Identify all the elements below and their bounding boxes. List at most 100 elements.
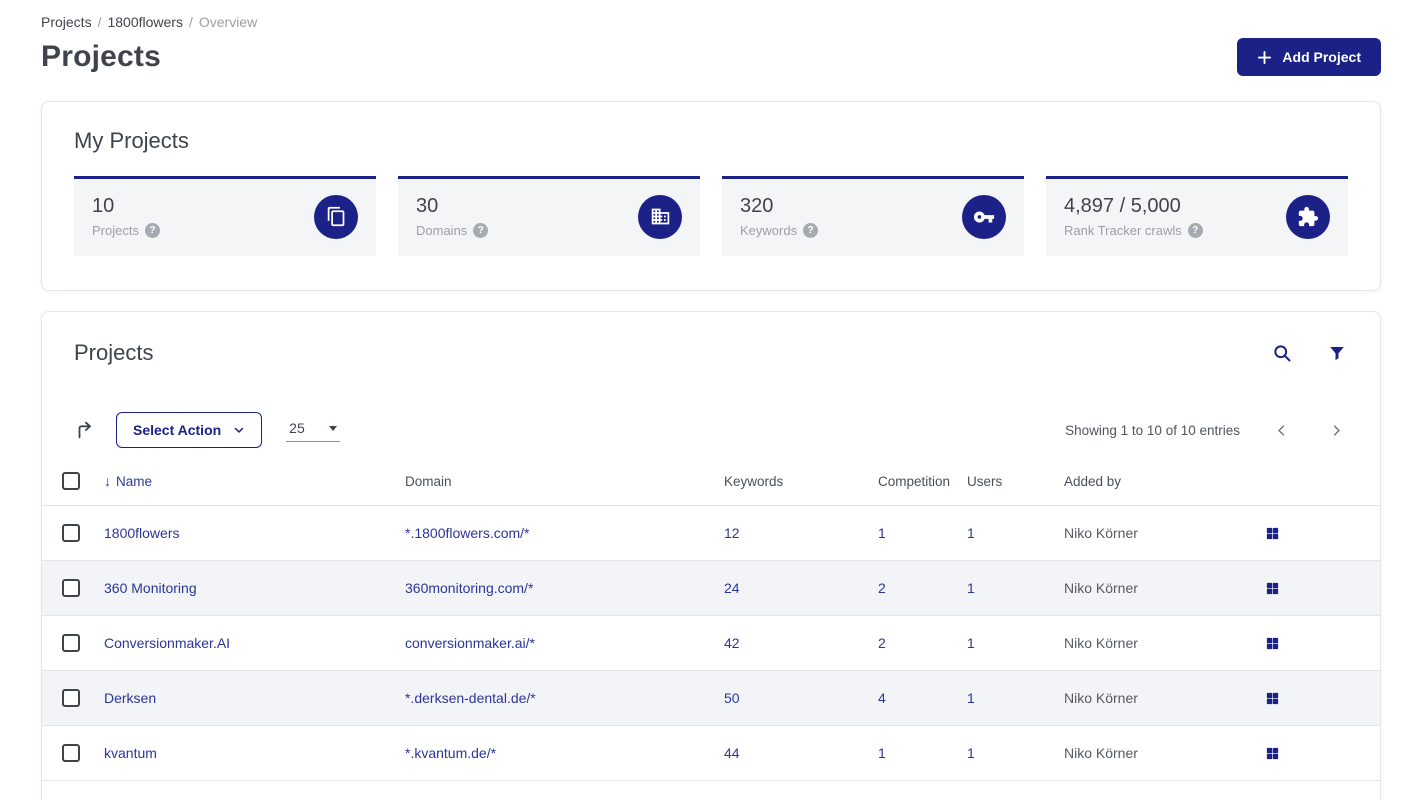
stats-row: 10 Projects ? 30 Domains ? 320 Keywords …: [74, 176, 1348, 256]
page-title: Projects: [41, 40, 161, 73]
stat-projects: 10 Projects ?: [74, 176, 376, 256]
select-action-dropdown[interactable]: Select Action: [116, 412, 263, 448]
column-header-keywords[interactable]: Keywords: [724, 472, 878, 506]
page: Projects / 1800flowers / Overview Projec…: [0, 0, 1422, 800]
puzzle-icon: [1286, 194, 1330, 239]
stat-crawls-value: 4,897 / 5,000: [1064, 195, 1181, 217]
projects-table-card: Projects Select Action 25 Showing 1 to 1…: [41, 311, 1381, 800]
stat-crawls-label: Rank Tracker crawls: [1064, 223, 1182, 238]
row-checkbox[interactable]: [62, 524, 80, 543]
stat-keywords: 320 Keywords ?: [722, 176, 1024, 256]
chevron-down-icon: [233, 424, 245, 436]
table-row: kvantum *.kvantum.de/* 44 1 1 Niko Körne…: [42, 726, 1380, 781]
table-row: Conversionmaker.AI conversionmaker.ai/* …: [42, 616, 1380, 671]
column-header-name[interactable]: ↓ Name: [104, 472, 405, 506]
help-icon[interactable]: ?: [473, 223, 489, 238]
project-users-link[interactable]: 1: [967, 635, 975, 651]
stat-projects-value: 10: [92, 195, 115, 217]
showing-entries-text: Showing 1 to 10 of 10 entries: [1065, 422, 1240, 438]
added-by-text: Niko Körner: [1064, 635, 1138, 651]
column-header-added-by[interactable]: Added by: [1064, 472, 1263, 506]
previous-page-icon[interactable]: [1270, 419, 1293, 442]
table-row: 360 Monitoring 360monitoring.com/* 24 2 …: [42, 560, 1380, 616]
help-icon[interactable]: ?: [144, 223, 160, 238]
project-competition-link[interactable]: 2: [878, 580, 886, 596]
project-domain-link[interactable]: conversionmaker.ai/*: [405, 635, 535, 651]
project-competition-link[interactable]: 1: [878, 525, 886, 541]
page-size-select[interactable]: 25: [286, 418, 341, 442]
project-users-link[interactable]: 1: [967, 745, 975, 761]
project-apps-grid-icon[interactable]: [1263, 579, 1282, 598]
stat-domains-value: 30: [416, 195, 439, 217]
column-header-users[interactable]: Users: [967, 472, 1064, 506]
page-header: Projects Add Project: [41, 38, 1381, 76]
plus-icon: [1257, 50, 1272, 65]
table-row: Derksen *.derksen-dental.de/* 50 4 1 Nik…: [42, 670, 1380, 726]
added-by-text: Niko Körner: [1064, 745, 1138, 761]
stat-domains: 30 Domains ?: [398, 176, 700, 256]
breadcrumb-projects[interactable]: Projects: [41, 14, 92, 30]
project-competition-link[interactable]: 2: [878, 635, 886, 651]
select-all-checkbox[interactable]: [62, 472, 80, 490]
project-apps-grid-icon[interactable]: [1263, 524, 1282, 543]
breadcrumb: Projects / 1800flowers / Overview: [41, 14, 1381, 30]
building-icon: [638, 194, 682, 239]
filter-icon[interactable]: [1326, 342, 1348, 364]
project-competition-link[interactable]: 4: [878, 690, 886, 706]
help-icon[interactable]: ?: [1187, 223, 1203, 238]
stat-crawls: 4,897 / 5,000 Rank Tracker crawls ?: [1046, 176, 1348, 256]
caret-down-icon: [329, 425, 338, 431]
project-domain-link[interactable]: *.kvantum.de/*: [405, 745, 496, 761]
project-name-link[interactable]: Derksen: [104, 690, 156, 706]
project-name-link[interactable]: 360 Monitoring: [104, 580, 197, 596]
export-arrow-icon[interactable]: [74, 419, 96, 441]
add-project-button[interactable]: Add Project: [1237, 38, 1381, 76]
project-users-link[interactable]: 1: [967, 690, 975, 706]
stat-keywords-label: Keywords: [740, 223, 798, 238]
project-apps-grid-icon[interactable]: [1263, 689, 1282, 708]
added-by-text: Niko Körner: [1064, 580, 1138, 596]
sort-descending-icon: ↓: [104, 473, 111, 489]
project-name-link[interactable]: Conversionmaker.AI: [104, 635, 230, 651]
stat-domains-label: Domains: [416, 223, 468, 238]
row-checkbox[interactable]: [62, 579, 80, 598]
project-keywords-link[interactable]: 12: [724, 525, 740, 541]
breadcrumb-separator: /: [188, 14, 193, 30]
project-keywords-link[interactable]: 42: [724, 635, 740, 651]
project-name-link[interactable]: kvantum: [104, 745, 157, 761]
select-action-label: Select Action: [133, 422, 222, 438]
breadcrumb-overview: Overview: [198, 14, 258, 30]
projects-copy-icon: [314, 194, 358, 239]
project-apps-grid-icon[interactable]: [1263, 634, 1282, 653]
project-users-link[interactable]: 1: [967, 525, 975, 541]
breadcrumb-1800flowers[interactable]: 1800flowers: [107, 14, 183, 30]
project-domain-link[interactable]: 360monitoring.com/*: [405, 580, 533, 596]
help-icon[interactable]: ?: [803, 223, 819, 238]
row-checkbox[interactable]: [62, 689, 80, 708]
project-keywords-link[interactable]: 50: [724, 690, 740, 706]
column-header-competition[interactable]: Competition: [878, 472, 967, 506]
added-by-text: Niko Körner: [1064, 525, 1138, 541]
row-checkbox[interactable]: [62, 744, 80, 763]
table-toolbar: Select Action 25 Showing 1 to 10 of 10 e…: [42, 412, 1380, 448]
stat-projects-label: Projects: [92, 223, 139, 238]
column-header-domain[interactable]: Domain: [405, 472, 724, 506]
project-users-link[interactable]: 1: [967, 580, 975, 596]
project-name-link[interactable]: 1800flowers: [104, 525, 180, 541]
project-keywords-link[interactable]: 24: [724, 580, 740, 596]
key-icon: [962, 194, 1006, 239]
project-domain-link[interactable]: *.derksen-dental.de/*: [405, 690, 536, 706]
project-competition-link[interactable]: 1: [878, 745, 886, 761]
project-domain-link[interactable]: *.1800flowers.com/*: [405, 525, 530, 541]
add-project-label: Add Project: [1282, 49, 1361, 65]
search-icon[interactable]: [1270, 341, 1294, 365]
next-page-icon[interactable]: [1325, 419, 1348, 442]
project-apps-grid-icon[interactable]: [1263, 744, 1282, 763]
row-checkbox[interactable]: [62, 634, 80, 653]
projects-table: ↓ Name Domain Keywords Competition Users …: [42, 472, 1380, 781]
my-projects-title: My Projects: [74, 128, 189, 153]
stat-keywords-value: 320: [740, 195, 774, 217]
page-size-value: 25: [289, 420, 305, 436]
project-keywords-link[interactable]: 44: [724, 745, 740, 761]
breadcrumb-separator: /: [97, 14, 102, 30]
